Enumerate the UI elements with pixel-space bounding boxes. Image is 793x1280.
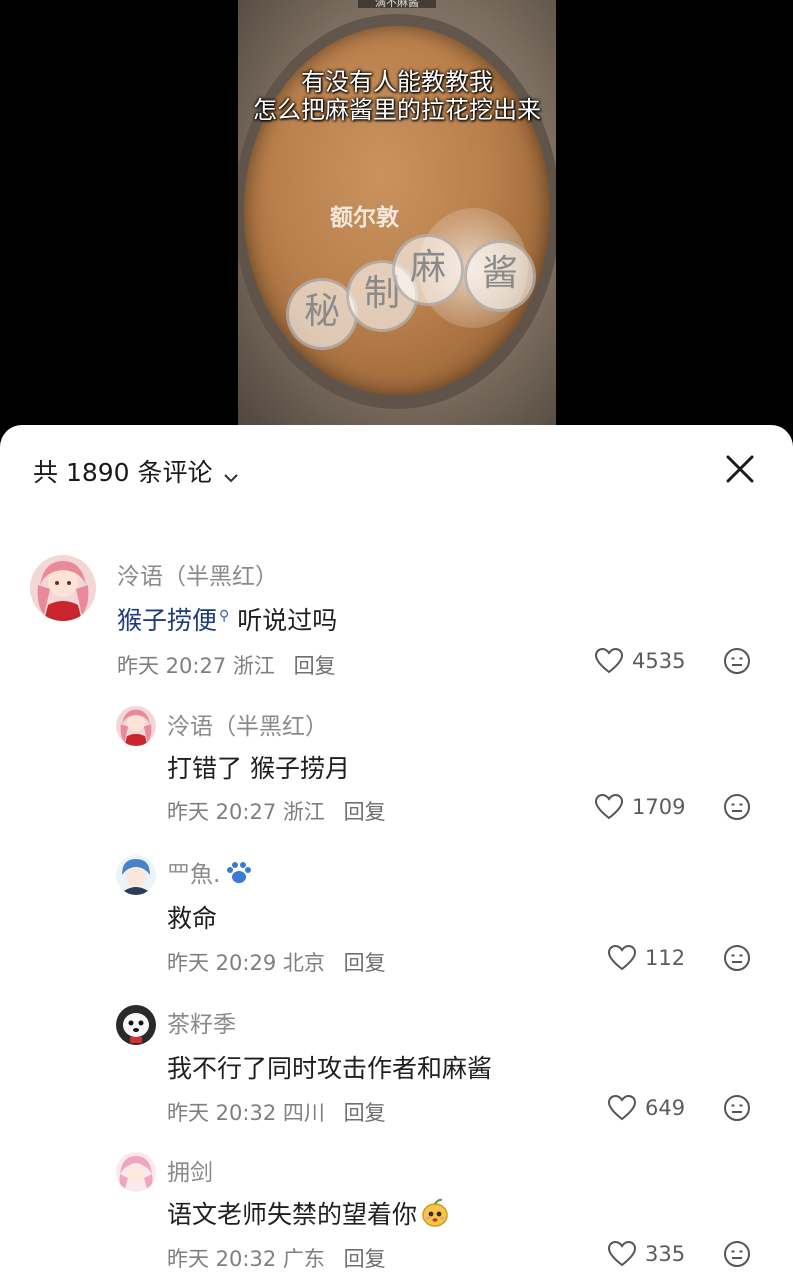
comment-text-rest: 听说过吗 [229,606,338,635]
caption-line-1: 有没有人能教教我 [301,68,493,96]
avatar[interactable] [116,1152,156,1192]
comment-username[interactable]: 拥剑 [167,1153,213,1187]
like-count: 4535 [632,649,686,673]
username-text: 罒魚. [167,862,221,888]
close-icon[interactable] [722,451,758,487]
comment-sheet-header: 共 1890 条评论 [0,425,793,515]
comment-reply-item: 泠语（半黑红） 打错了 猴子捞月 昨天 20:27 浙江 回复 1709 [0,705,793,835]
mango-emoji-icon [419,1197,451,1235]
video-frame[interactable]: 满不麻酱 额尔敦 秘 制 麻 酱 有没有人能教教我 怎么把麻酱里的拉花挖出来 [238,0,556,430]
comment-count-label: 共 1890 条评论 [33,458,213,487]
comment-text: 救命 [167,904,218,933]
comment-text: 语文老师失禁的望着你 [167,1195,451,1235]
comment-location: 广东 [282,1247,325,1271]
video-top-label: 满不麻酱 [358,0,436,9]
avatar[interactable] [116,706,156,746]
search-hint-icon[interactable]: ⚲ [219,608,229,624]
comment-sheet: 共 1890 条评论 泠语（半黑红） 猴子捞便 ⚲ 听说过吗 昨天 20:27 浙… [0,425,793,1280]
comment-time: 昨天 20:29 [167,951,277,975]
comment-time: 昨天 20:32 [167,1247,277,1271]
heart-icon [594,647,624,674]
comment-username[interactable]: 泠语（半黑红） [167,707,328,741]
heart-icon [607,1094,637,1121]
paw-icon [224,861,254,891]
comment-text: 我不行了同时攻击作者和麻酱 [167,1054,493,1083]
chevron-down-icon [223,460,239,489]
watermark-char-3: 麻 [392,234,464,306]
comment-time: 昨天 20:27 [167,800,277,824]
comment-username[interactable]: 泠语（半黑红） [117,557,278,591]
meh-face-icon[interactable] [723,647,751,675]
comment-reply-item: 拥剑 语文老师失禁的望着你 昨天 20:32 广东 回复 335 [0,1151,793,1280]
comment-meta: 昨天 20:29 北京 回复 [167,947,386,977]
heart-icon [607,1240,637,1267]
like-button[interactable]: 335 [607,1240,685,1268]
caption-line-2: 怎么把麻酱里的拉花挖出来 [253,96,541,124]
comment-location: 浙江 [282,800,325,824]
comment-username[interactable]: 罒魚. [167,855,254,891]
like-count: 1709 [632,795,686,819]
comment-text-body: 语文老师失禁的望着你 [167,1200,418,1229]
comment-location: 浙江 [232,654,275,678]
comment-item: 泠语（半黑红） 猴子捞便 ⚲ 听说过吗 昨天 20:27 浙江 回复 4535 [0,555,793,685]
like-button[interactable]: 112 [607,944,685,972]
heart-icon [594,793,624,820]
avatar[interactable] [116,855,156,895]
comment-reply-item: 茶籽季 我不行了同时攻击作者和麻酱 昨天 20:32 四川 回复 649 [0,1003,793,1133]
like-button[interactable]: 4535 [594,647,685,675]
comment-meta: 昨天 20:27 浙江 回复 [117,650,336,680]
video-area[interactable]: 满不麻酱 额尔敦 秘 制 麻 酱 有没有人能教教我 怎么把麻酱里的拉花挖出来 [0,0,793,440]
video-caption: 有没有人能教教我 怎么把麻酱里的拉花挖出来 [238,68,556,124]
heart-icon [607,944,637,971]
comment-count-title[interactable]: 共 1890 条评论 [33,453,239,489]
brand-mark: 额尔敦 [330,205,399,231]
reply-button[interactable]: 回复 [344,1101,386,1125]
reply-button[interactable]: 回复 [344,951,386,975]
search-link[interactable]: 猴子捞便 [117,606,217,635]
meh-face-icon[interactable] [723,1094,751,1122]
comment-location: 四川 [282,1101,325,1125]
comment-reply-item: 罒魚. 救命 昨天 20:29 北京 回复 112 [0,853,793,983]
comment-meta: 昨天 20:32 四川 回复 [167,1097,386,1127]
comment-text: 打错了 猴子捞月 [167,754,350,783]
watermark-char-4: 酱 [464,240,536,312]
comment-username[interactable]: 茶籽季 [167,1005,236,1039]
like-count: 649 [645,1096,686,1120]
reply-button[interactable]: 回复 [294,654,336,678]
like-count: 112 [645,946,686,970]
avatar[interactable] [30,555,96,621]
like-button[interactable]: 1709 [594,793,685,821]
reply-button[interactable]: 回复 [344,800,386,824]
like-button[interactable]: 649 [607,1094,685,1122]
like-count: 335 [645,1242,686,1266]
meh-face-icon[interactable] [723,944,751,972]
comment-location: 北京 [282,951,325,975]
comment-meta: 昨天 20:32 广东 回复 [167,1243,386,1273]
avatar[interactable] [116,1005,156,1045]
comment-text: 猴子捞便 ⚲ 听说过吗 [117,601,337,637]
meh-face-icon[interactable] [723,1240,751,1268]
comment-meta: 昨天 20:27 浙江 回复 [167,796,386,826]
comment-time: 昨天 20:32 [167,1101,277,1125]
reply-button[interactable]: 回复 [344,1247,386,1271]
meh-face-icon[interactable] [723,793,751,821]
comment-time: 昨天 20:27 [117,654,227,678]
